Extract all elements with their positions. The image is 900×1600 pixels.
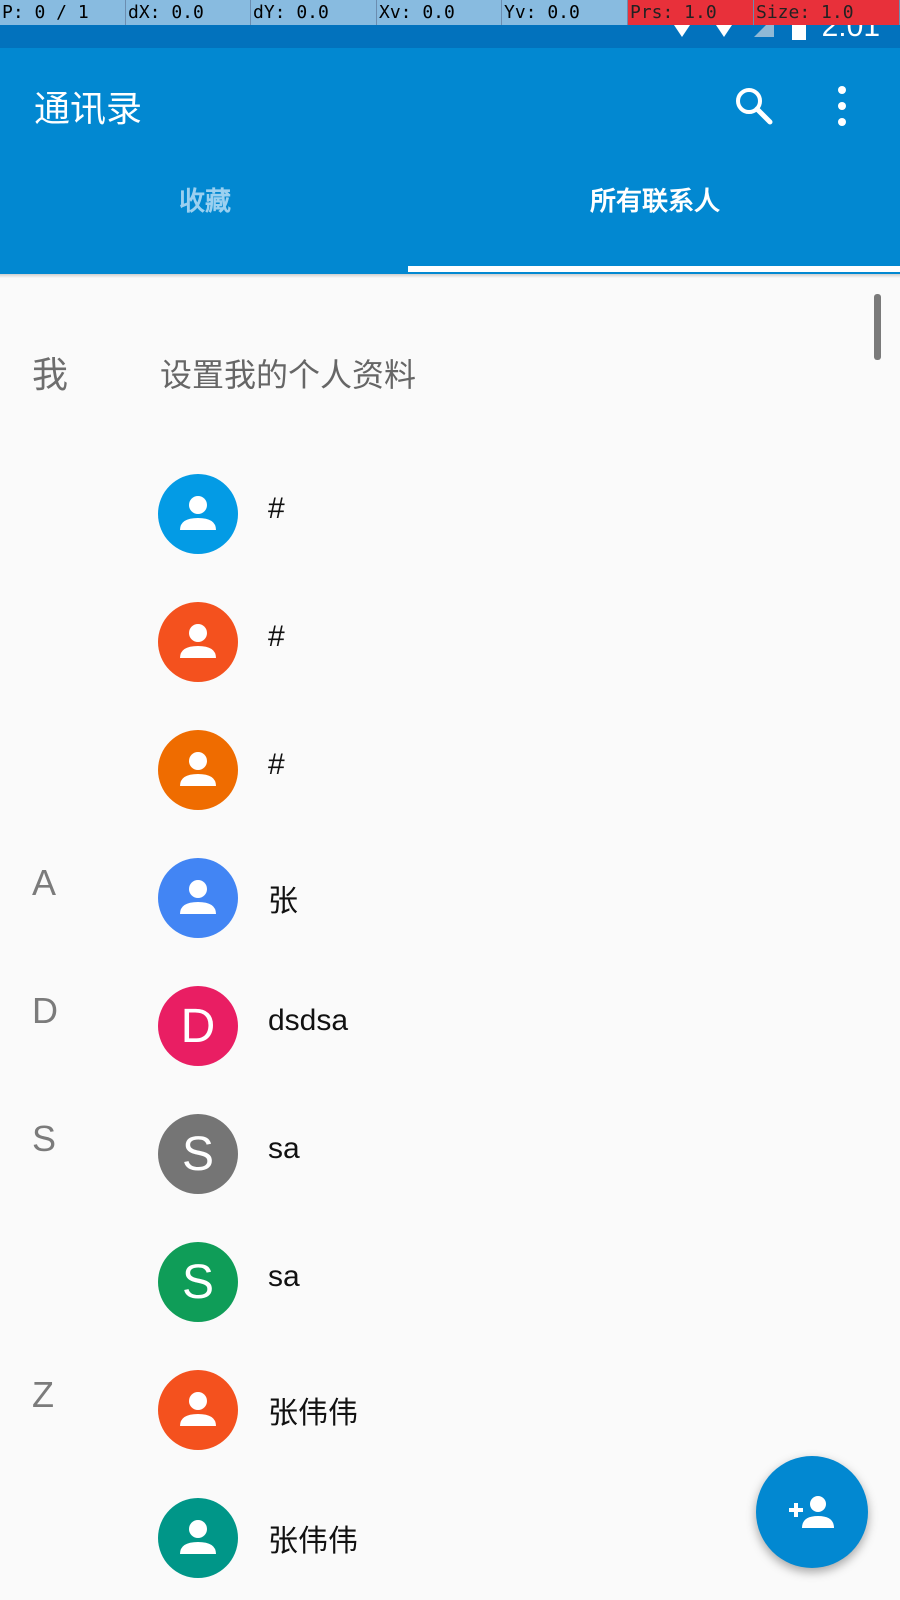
contact-avatar bbox=[158, 730, 238, 810]
add-contact-button[interactable] bbox=[756, 1456, 868, 1568]
app-bar-shadow bbox=[0, 274, 900, 278]
app-bar: 通讯录 收藏 所有联系人 bbox=[0, 48, 900, 274]
app-title: 通讯录 bbox=[34, 89, 143, 130]
contact-name: dsdsa bbox=[268, 1004, 349, 1037]
debug-size: Size: 1.0 bbox=[754, 0, 900, 25]
contact-avatar bbox=[158, 1498, 238, 1578]
person-icon bbox=[180, 1392, 216, 1426]
debug-pointer: P: 0 / 1 bbox=[0, 0, 126, 25]
person-icon bbox=[180, 880, 216, 914]
debug-dx: dX: 0.0 bbox=[126, 0, 251, 25]
contact-name: sa bbox=[268, 1132, 300, 1165]
section-letter: Z bbox=[32, 1374, 54, 1415]
contact-avatar: D bbox=[158, 986, 238, 1066]
tab-favorites[interactable]: 收藏 bbox=[0, 170, 410, 234]
me-section-letter: 我 bbox=[32, 355, 69, 396]
contact-row[interactable]: S sa bbox=[158, 1114, 778, 1194]
scrollbar-thumb[interactable] bbox=[874, 294, 881, 360]
contact-avatar: S bbox=[158, 1114, 238, 1194]
tab-all-contacts[interactable]: 所有联系人 bbox=[410, 170, 900, 234]
contact-row[interactable]: # bbox=[158, 474, 778, 554]
person-icon bbox=[180, 752, 216, 786]
section-letter: D bbox=[32, 990, 58, 1031]
contact-avatar bbox=[158, 474, 238, 554]
contact-name: 张 bbox=[268, 885, 298, 918]
search-icon bbox=[736, 88, 773, 125]
contact-name: 张伟伟 bbox=[268, 1525, 358, 1558]
tab-indicator bbox=[408, 266, 900, 272]
more-vert-icon bbox=[838, 86, 846, 126]
contact-name: # bbox=[268, 748, 285, 781]
set-up-profile-item[interactable]: 设置我的个人资料 bbox=[160, 350, 416, 396]
contact-row[interactable]: 张伟伟 bbox=[158, 1498, 778, 1578]
contact-name: 张伟伟 bbox=[268, 1397, 358, 1430]
person-icon bbox=[180, 1520, 216, 1554]
contact-row[interactable]: # bbox=[158, 730, 778, 810]
contact-row[interactable]: S sa bbox=[158, 1242, 778, 1322]
person-icon bbox=[180, 624, 216, 658]
contact-avatar: S bbox=[158, 1242, 238, 1322]
add-person-icon bbox=[789, 1496, 834, 1528]
debug-xv: Xv: 0.0 bbox=[377, 0, 502, 25]
debug-pressure: Prs: 1.0 bbox=[628, 0, 754, 25]
contact-name: sa bbox=[268, 1260, 300, 1293]
contact-name: # bbox=[268, 620, 285, 653]
contact-avatar bbox=[158, 602, 238, 682]
debug-yv: Yv: 0.0 bbox=[502, 0, 628, 25]
pointer-debug-bar: P: 0 / 1 dX: 0.0 dY: 0.0 Xv: 0.0 Yv: 0.0… bbox=[0, 0, 900, 25]
section-letter: A bbox=[32, 862, 57, 903]
contact-name: # bbox=[268, 492, 285, 525]
search-button[interactable] bbox=[732, 84, 776, 128]
debug-dy: dY: 0.0 bbox=[251, 0, 377, 25]
contact-row[interactable]: 张伟伟 bbox=[158, 1370, 778, 1450]
contact-row[interactable]: # bbox=[158, 602, 778, 682]
overflow-menu-button[interactable] bbox=[830, 84, 854, 128]
contact-avatar bbox=[158, 858, 238, 938]
contact-avatar bbox=[158, 1370, 238, 1450]
contact-row[interactable]: D dsdsa bbox=[158, 986, 778, 1066]
section-letter: S bbox=[32, 1118, 57, 1159]
contact-row[interactable]: 张 bbox=[158, 858, 778, 938]
person-icon bbox=[180, 496, 216, 530]
